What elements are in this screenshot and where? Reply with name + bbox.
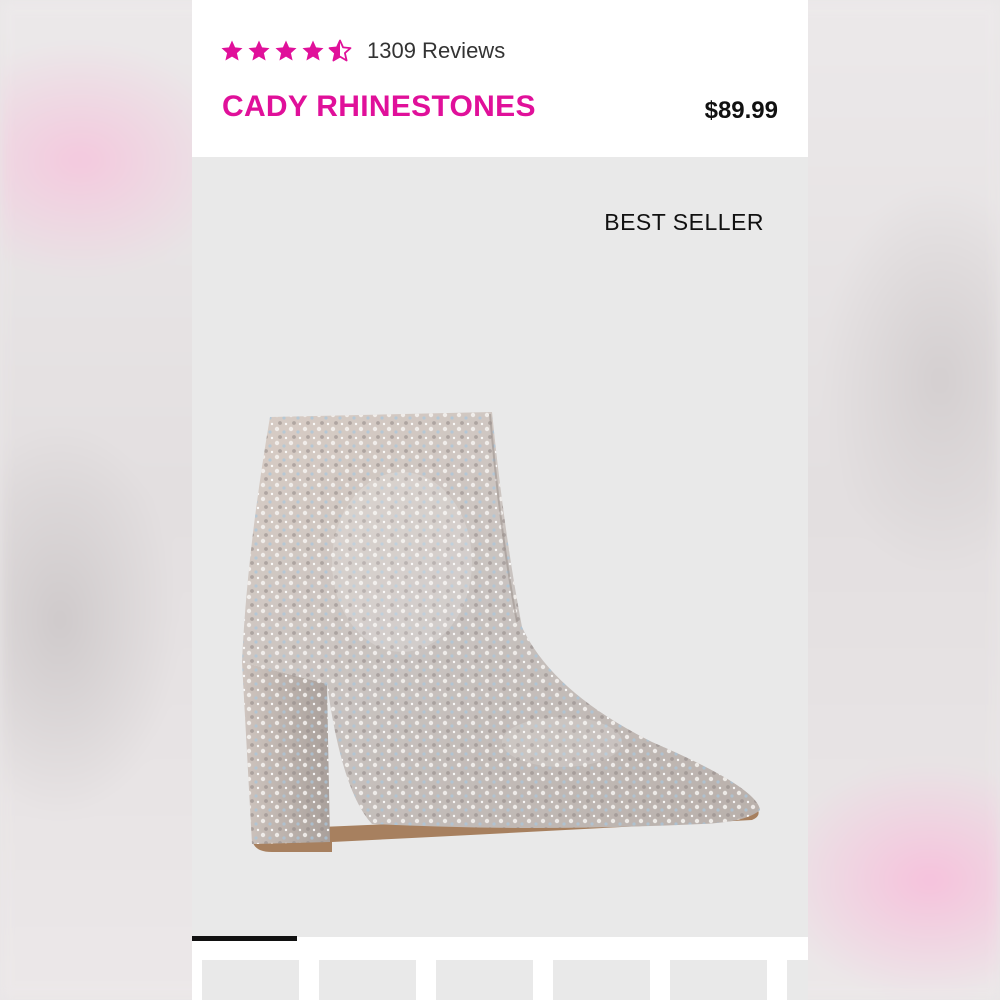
product-header: 1309 Reviews CADY RHINESTONES $89.99 <box>192 0 808 157</box>
thumbnail-4[interactable] <box>553 960 650 1000</box>
star-full-icon <box>275 40 297 61</box>
star-full-icon <box>302 40 324 61</box>
best-seller-badge: BEST SELLER <box>604 209 764 235</box>
rhinestone-boot-image <box>242 412 760 852</box>
carousel-indicator <box>192 935 808 941</box>
star-full-icon <box>221 40 243 61</box>
product-image-carousel[interactable]: BEST SELLER <box>192 157 808 941</box>
thumbnail-6[interactable] <box>787 960 808 1000</box>
product-screen: 1309 Reviews CADY RHINESTONES $89.99 BES… <box>192 0 808 1000</box>
star-full-icon <box>248 40 270 61</box>
thumbnail-3[interactable] <box>436 960 533 1000</box>
thumbnail-5[interactable] <box>670 960 767 1000</box>
rating-row[interactable]: 1309 Reviews <box>220 38 505 64</box>
carousel-indicator-active <box>192 936 297 941</box>
thumbnail-1[interactable] <box>202 960 299 1000</box>
star-half-icon <box>328 39 352 62</box>
reviews-count[interactable]: 1309 Reviews <box>367 38 505 64</box>
thumbnail-2[interactable] <box>319 960 416 1000</box>
product-title: CADY RHINESTONES <box>222 90 536 123</box>
product-price: $89.99 <box>704 97 778 124</box>
thumbnail-strip <box>192 945 808 1000</box>
